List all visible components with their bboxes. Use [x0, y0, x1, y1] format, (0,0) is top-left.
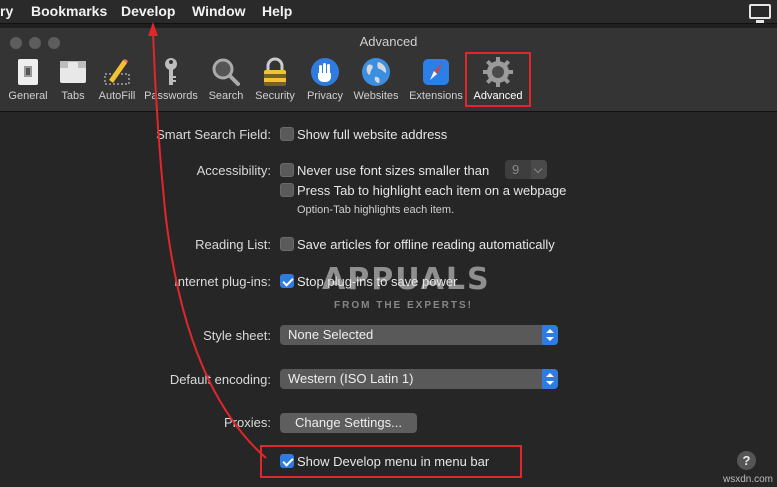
annotation-arrow: [148, 22, 267, 459]
